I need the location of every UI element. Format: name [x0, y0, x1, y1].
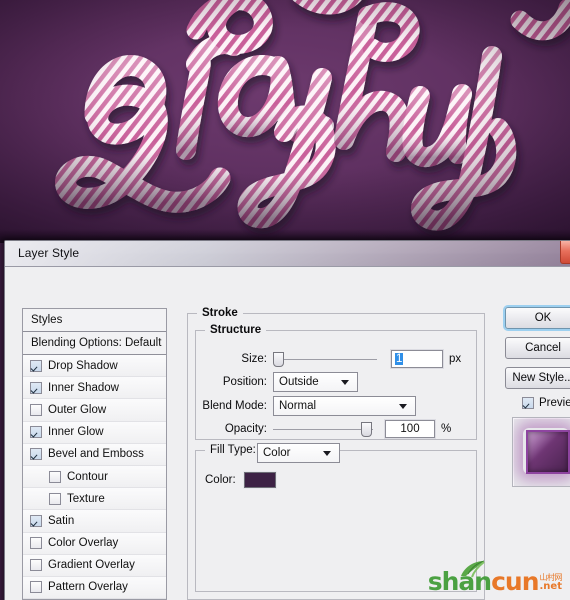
- effect-label: Pattern Overlay: [48, 581, 128, 594]
- effect-label: Inner Shadow: [48, 381, 119, 394]
- blending-options-row[interactable]: Blending Options: Default: [23, 332, 166, 355]
- fill-type-value: Color: [263, 447, 291, 459]
- ok-button[interactable]: OK: [505, 307, 570, 329]
- position-value: Outside: [279, 376, 319, 388]
- effect-row-inner-glow[interactable]: Inner Glow: [23, 421, 166, 444]
- position-dropdown[interactable]: Outside: [273, 372, 358, 392]
- styles-list-header[interactable]: Styles: [23, 309, 166, 332]
- preview-chip: [526, 430, 570, 474]
- position-row: Position: Outside: [195, 372, 475, 392]
- effect-row-color-overlay[interactable]: Color Overlay: [23, 532, 166, 555]
- fill-type-dropdown[interactable]: Color: [257, 443, 340, 463]
- effect-label: Texture: [67, 492, 105, 505]
- size-slider-track: [273, 359, 377, 360]
- effect-label: Color Overlay: [48, 537, 119, 550]
- checkbox-preview[interactable]: [522, 397, 534, 409]
- opacity-input-value: 100: [400, 423, 420, 435]
- blend-mode-label: Blend Mode:: [202, 400, 267, 412]
- size-row: Size: 1 px: [195, 350, 475, 368]
- dialog-title: Layer Style: [18, 246, 80, 260]
- checkbox-bevel-and-emboss[interactable]: [30, 448, 42, 461]
- effect-label: Outer Glow: [48, 403, 107, 416]
- opacity-slider-thumb[interactable]: [361, 422, 372, 437]
- size-slider-thumb[interactable]: [273, 352, 284, 367]
- checkbox-inner-glow[interactable]: [30, 426, 42, 439]
- checkbox-gradient-overlay[interactable]: [30, 559, 42, 572]
- opacity-slider-track: [273, 429, 373, 430]
- dialog-titlebar[interactable]: Layer Style: [5, 241, 570, 267]
- checkbox-outer-glow[interactable]: [30, 403, 42, 416]
- stroke-group-label: Stroke: [197, 307, 243, 319]
- preview-label: Preview: [539, 397, 570, 409]
- effect-row-contour[interactable]: Contour: [23, 465, 166, 489]
- fill-type-group-label: Fill Type:: [205, 444, 261, 456]
- effect-row-gradient-overlay[interactable]: Gradient Overlay: [23, 554, 166, 577]
- cancel-button[interactable]: Cancel: [505, 337, 570, 359]
- chevron-down-icon: [399, 404, 407, 409]
- checkbox-drop-shadow[interactable]: [30, 359, 42, 372]
- effect-row-outer-glow[interactable]: Outer Glow: [23, 399, 166, 422]
- effect-row-satin[interactable]: Satin: [23, 510, 166, 533]
- effect-label: Bevel and Emboss: [48, 448, 144, 461]
- checkbox-contour[interactable]: [49, 470, 61, 483]
- fill-type-row: Color: [257, 443, 340, 463]
- effect-label: Inner Glow: [48, 426, 104, 439]
- checkbox-pattern-overlay[interactable]: [30, 581, 42, 594]
- size-unit-label: px: [449, 353, 462, 365]
- structure-group-label: Structure: [205, 324, 267, 336]
- stroke-settings-area: Stroke Structure Size: 1 px Position: Ou…: [187, 307, 485, 600]
- close-icon[interactable]: [560, 241, 570, 264]
- blend-mode-value: Normal: [279, 400, 317, 412]
- dialog-buttons-column: OK Cancel New Style... Preview: [505, 307, 570, 487]
- chevron-down-icon: [323, 451, 331, 456]
- effect-row-texture[interactable]: Texture: [23, 488, 166, 511]
- titlebar-gradient: [5, 241, 570, 266]
- position-label: Position:: [222, 376, 267, 388]
- size-input-value: 1: [395, 353, 404, 365]
- blend-mode-dropdown[interactable]: Normal: [273, 396, 416, 416]
- opacity-unit-label: %: [441, 423, 452, 435]
- checkbox-color-overlay[interactable]: [30, 537, 42, 550]
- photoshop-canvas-artwork: [0, 0, 570, 243]
- style-preview-thumbnail: [512, 417, 570, 487]
- blend-mode-row: Blend Mode: Normal: [195, 396, 475, 416]
- new-style-button[interactable]: New Style...: [505, 367, 570, 389]
- opacity-slider[interactable]: [273, 422, 373, 437]
- opacity-input[interactable]: 100: [385, 420, 435, 438]
- size-slider[interactable]: [273, 352, 377, 367]
- effect-label: Drop Shadow: [48, 359, 118, 372]
- checkbox-satin[interactable]: [30, 514, 42, 527]
- layer-style-dialog: Layer Style Styles Blending Options: Def…: [4, 240, 570, 600]
- effect-row-bevel-and-emboss[interactable]: Bevel and Emboss: [23, 443, 166, 466]
- stroke-color-swatch[interactable]: [243, 472, 276, 488]
- checkbox-texture[interactable]: [49, 492, 61, 505]
- opacity-label: Opacity:: [224, 423, 267, 435]
- artwork-vignette: [0, 0, 570, 243]
- preview-toggle[interactable]: Preview: [522, 397, 570, 409]
- effect-label: Contour: [67, 470, 108, 483]
- color-row: Color:: [205, 472, 276, 488]
- styles-list-panel[interactable]: Styles Blending Options: Default Drop Sh…: [22, 308, 167, 600]
- effect-row-pattern-overlay[interactable]: Pattern Overlay: [23, 576, 166, 599]
- checkbox-inner-shadow[interactable]: [30, 381, 42, 394]
- effect-row-inner-shadow[interactable]: Inner Shadow: [23, 377, 166, 400]
- dialog-body: Styles Blending Options: Default Drop Sh…: [5, 267, 570, 600]
- effect-label: Gradient Overlay: [48, 559, 135, 572]
- effect-row-drop-shadow[interactable]: Drop Shadow: [23, 355, 166, 378]
- color-label: Color:: [205, 474, 236, 486]
- size-input[interactable]: 1: [391, 350, 443, 368]
- size-label: Size:: [241, 353, 267, 365]
- screenshot-root: Layer Style Styles Blending Options: Def…: [0, 0, 570, 600]
- chevron-down-icon: [341, 380, 349, 385]
- effect-label: Satin: [48, 514, 75, 527]
- opacity-row: Opacity: 100 %: [195, 420, 475, 438]
